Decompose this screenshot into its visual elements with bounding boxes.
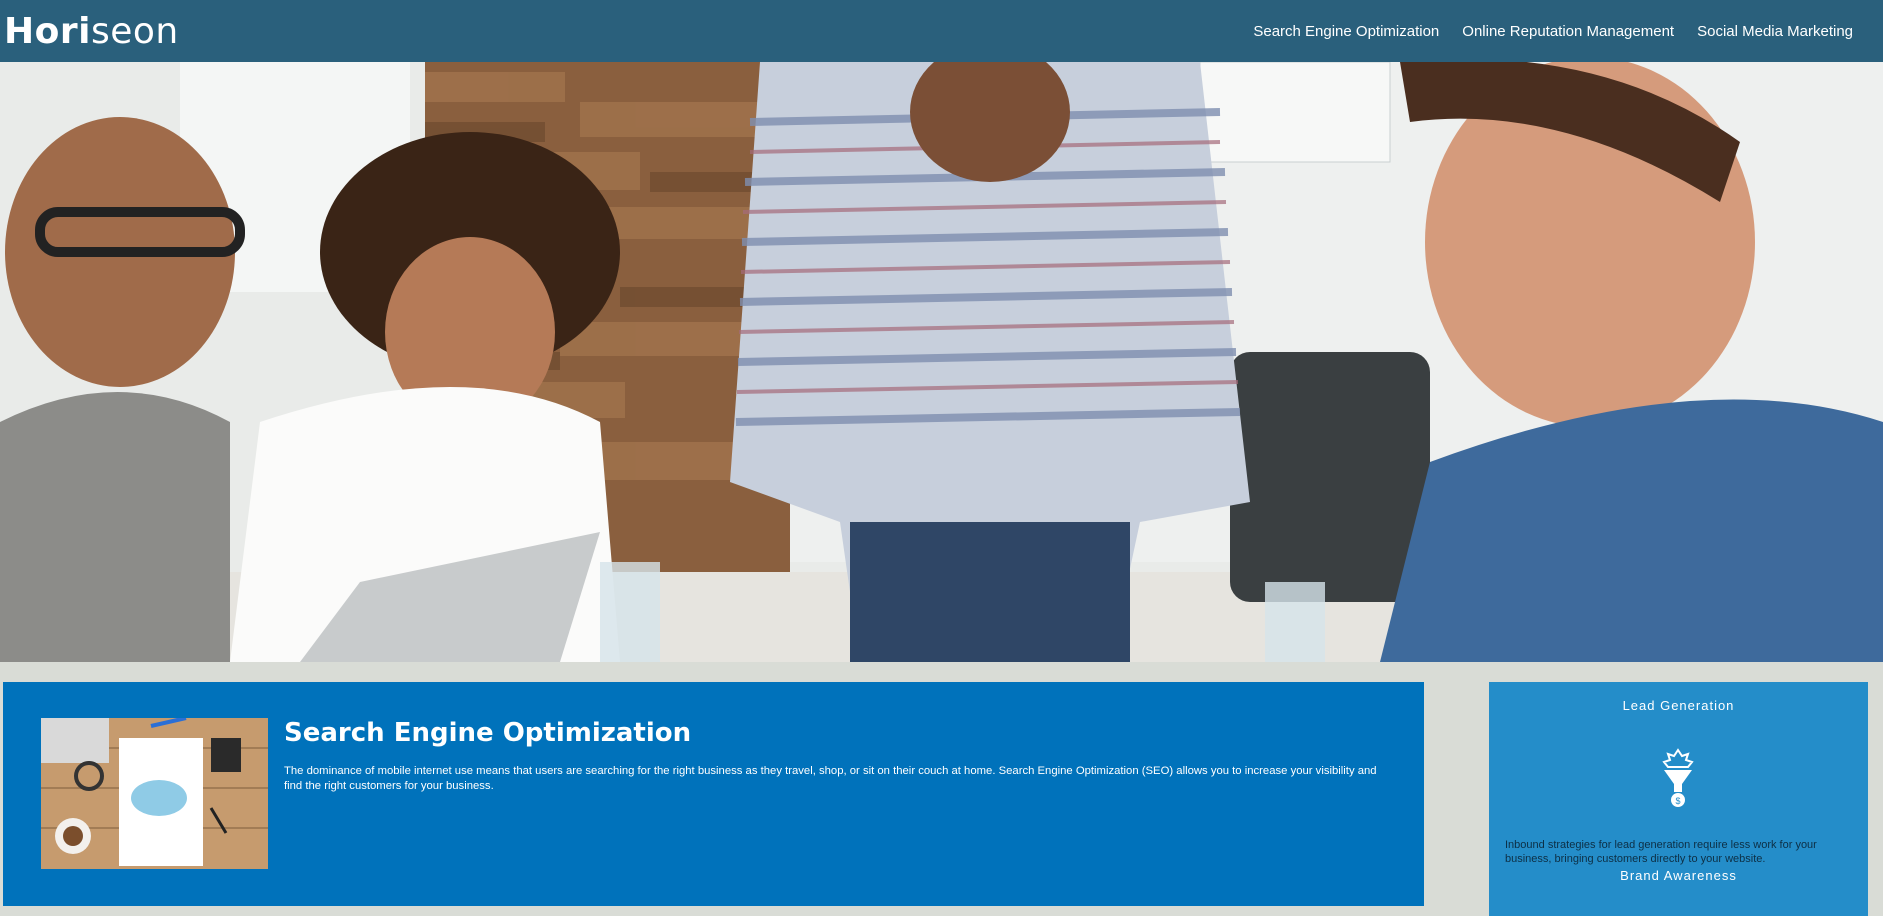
seo-notebook-image	[41, 718, 268, 869]
hero-photo	[0, 62, 1883, 662]
nav-link-reputation[interactable]: Online Reputation Management	[1462, 23, 1674, 40]
site-header: Horiseon Search Engine Optimization Onli…	[0, 0, 1883, 62]
hero-image	[0, 62, 1883, 662]
seo-title: Search Engine Optimization	[284, 718, 692, 748]
seo-body: The dominance of mobile internet use mea…	[284, 765, 1377, 792]
seo-section: Search Engine Optimization The dominance…	[3, 682, 1424, 906]
lead-generation-title: Lead Generation	[1622, 698, 1735, 713]
logo-main-text: Hori	[4, 10, 91, 52]
main-nav: Search Engine Optimization Online Reputa…	[1253, 23, 1883, 40]
nav-link-social-media[interactable]: Social Media Marketing	[1697, 23, 1853, 40]
lead-generation-icon: $	[1662, 748, 1694, 807]
benefits-sidebar: Lead Generation $ Inbound strategies for…	[1489, 682, 1868, 916]
site-logo[interactable]: Horiseon	[0, 11, 179, 52]
svg-text:$: $	[1675, 796, 1680, 806]
logo-accent-text: seon	[90, 10, 179, 52]
brand-awareness-title: Brand Awareness	[1620, 868, 1737, 883]
nav-link-seo[interactable]: Search Engine Optimization	[1253, 23, 1439, 40]
lead-generation-body: Inbound strategies for lead generation r…	[1505, 839, 1817, 865]
seo-image-graphic	[41, 718, 268, 869]
